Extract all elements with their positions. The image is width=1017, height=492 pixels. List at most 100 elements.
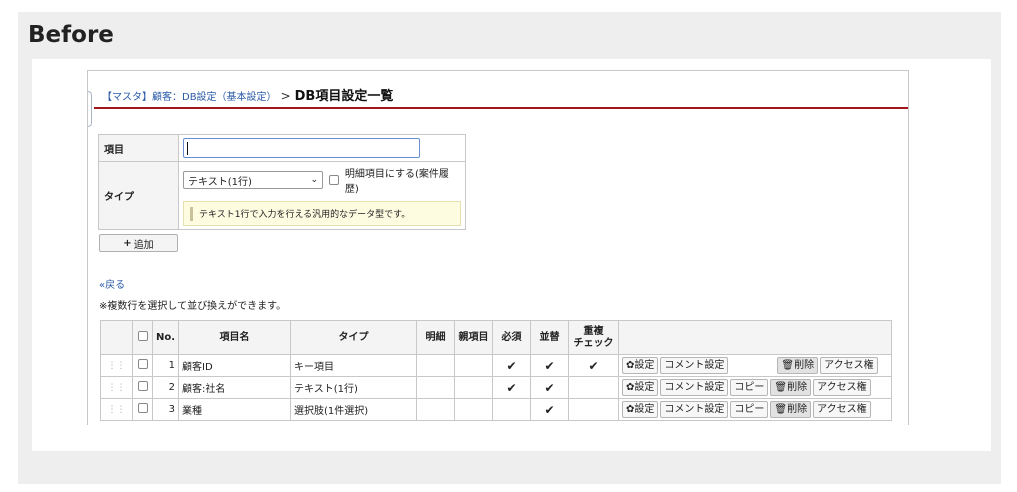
duplicate-header-line1: 重複	[583, 325, 604, 337]
item-table: No. 項目名 タイプ 明細 親項目 必須 並替 重複 チェック ⋮⋮ 1 顧客ID キ…	[100, 320, 892, 421]
side-tab-handle[interactable]	[88, 91, 92, 127]
type-description: テキスト1行で入力を行える汎用的なデータ型です。	[199, 210, 411, 220]
row-item-name: 顧客:社名	[178, 376, 291, 399]
table-row[interactable]: ⋮⋮ 3 業種 選択肢(1件選択) ✔ ✿設定 コメント設定 コピー 🗑削除 アクセス権	[100, 398, 892, 421]
row-detail	[416, 354, 455, 377]
title-divider	[94, 107, 908, 109]
copy-button[interactable]: コピー	[730, 379, 769, 396]
parent-header: 親項目	[454, 320, 493, 355]
row-type: 選択肢(1件選択)	[290, 398, 417, 421]
type-select-value: テキスト(1行)	[188, 176, 252, 188]
delete-label: 削除	[794, 360, 815, 371]
row-actions: ✿設定 コメント設定 コピー 🗑削除 アクセス権	[618, 376, 892, 399]
breadcrumb: 【マスタ】顧客：DB設定（基本設定） > DB項目設定一覧	[102, 85, 393, 104]
row-duplicate-check	[568, 376, 619, 399]
type-header: タイプ	[290, 320, 417, 355]
settings-button[interactable]: ✿設定	[622, 401, 659, 418]
text-caret	[187, 141, 188, 155]
item-form: 項目 タイプ テキスト(1行) ⌄ 明細項目にする(案件履歴) テキスト1行で入…	[98, 134, 466, 230]
trash-icon: 🗑	[774, 382, 788, 393]
detail-header: 明細	[416, 320, 455, 355]
row-item-name: 業種	[178, 398, 291, 421]
item-label: 項目	[98, 134, 179, 162]
access-rights-button[interactable]: アクセス権	[820, 357, 878, 374]
row-required-check: ✔	[492, 354, 531, 377]
before-label: Before	[28, 22, 114, 48]
row-checkbox[interactable]	[137, 403, 148, 413]
detail-checkbox[interactable]	[329, 175, 339, 185]
detail-checkbox-label: 明細項目にする(案件履歴)	[344, 169, 449, 195]
row-number: 2	[152, 376, 179, 399]
row-checkbox-cell	[132, 354, 153, 377]
select-all-checkbox[interactable]	[137, 330, 148, 341]
row-required-check	[492, 398, 531, 421]
row-parent	[454, 376, 493, 399]
settings-button[interactable]: ✿設定	[622, 357, 659, 374]
row-parent	[454, 354, 493, 377]
table-row[interactable]: ⋮⋮ 2 顧客:社名 テキスト(1行) ✔ ✔ ✿設定 コメント設定 コピー 🗑削除 アクセス権	[100, 376, 892, 399]
row-duplicate-check: ✔	[568, 354, 619, 377]
comment-settings-button[interactable]: コメント設定	[660, 401, 729, 418]
type-label: タイプ	[98, 161, 179, 230]
add-button[interactable]: + 追加	[99, 234, 178, 252]
row-required-check: ✔	[492, 376, 531, 399]
breadcrumb-separator: >	[280, 89, 291, 103]
delete-button[interactable]: 🗑削除	[770, 379, 812, 396]
type-select[interactable]: テキスト(1行) ⌄	[183, 171, 323, 189]
row-checkbox-cell	[132, 376, 153, 399]
delete-label: 削除	[787, 382, 808, 393]
plus-icon: +	[123, 237, 132, 249]
drag-handle-icon[interactable]: ⋮⋮	[100, 376, 133, 399]
app-screenshot: 【マスタ】顧客：DB設定（基本設定） > DB項目設定一覧 項目 タイプ テキスト(…	[87, 70, 909, 425]
row-number: 3	[152, 398, 179, 421]
trash-icon: 🗑	[781, 360, 795, 371]
access-rights-button[interactable]: アクセス権	[813, 379, 871, 396]
row-checkbox[interactable]	[137, 381, 148, 391]
sort-note: ※複数行を選択して並び換えができます。	[99, 301, 287, 312]
row-sortable-check: ✔	[530, 354, 569, 377]
no-header: No.	[152, 320, 179, 355]
copy-button[interactable]: コピー	[730, 401, 769, 418]
breadcrumb-parent-link[interactable]: 【マスタ】顧客：DB設定（基本設定）	[102, 92, 277, 103]
row-type: キー項目	[290, 354, 417, 377]
row-detail	[416, 398, 455, 421]
access-rights-button[interactable]: アクセス権	[813, 401, 871, 418]
row-item-name: 顧客ID	[178, 354, 291, 377]
row-checkbox-cell	[132, 398, 153, 421]
table-row[interactable]: ⋮⋮ 1 顧客ID キー項目 ✔ ✔ ✔ ✿設定 コメント設定 🗑削除 アクセス権	[100, 354, 892, 377]
delete-button[interactable]: 🗑削除	[777, 357, 819, 374]
delete-button[interactable]: 🗑削除	[770, 401, 812, 418]
back-link[interactable]: «戻る	[99, 276, 125, 291]
comment-settings-button[interactable]: コメント設定	[660, 357, 729, 374]
delete-label: 削除	[787, 404, 808, 415]
required-header: 必須	[492, 320, 531, 355]
duplicate-check-header: 重複 チェック	[568, 320, 619, 355]
item-name-input[interactable]	[183, 138, 420, 158]
row-sortable-check: ✔	[530, 376, 569, 399]
row-number: 1	[152, 354, 179, 377]
row-duplicate-check	[568, 398, 619, 421]
name-header: 項目名	[178, 320, 291, 355]
duplicate-header-line2: チェック	[573, 337, 614, 349]
row-detail	[416, 376, 455, 399]
info-bar-icon	[190, 206, 193, 221]
row-actions: ✿設定 コメント設定 コピー 🗑削除 アクセス権	[618, 398, 892, 421]
row-sortable-check: ✔	[530, 398, 569, 421]
sortable-header: 並替	[530, 320, 569, 355]
select-all-header	[132, 320, 153, 355]
actions-header	[618, 320, 892, 355]
row-type: テキスト(1行)	[290, 376, 417, 399]
settings-label: 設定	[634, 360, 655, 371]
row-parent	[454, 398, 493, 421]
chevron-down-icon: ⌄	[310, 175, 318, 185]
add-button-label: 追加	[133, 239, 154, 251]
row-actions: ✿設定 コメント設定 🗑削除 アクセス権	[618, 354, 892, 377]
settings-label: 設定	[634, 404, 655, 415]
row-checkbox[interactable]	[137, 359, 148, 369]
type-description-box: テキスト1行で入力を行える汎用的なデータ型です。	[183, 201, 461, 226]
drag-handle-icon[interactable]: ⋮⋮	[100, 398, 133, 421]
drag-handle-icon[interactable]: ⋮⋮	[100, 354, 133, 377]
settings-label: 設定	[634, 382, 655, 393]
settings-button[interactable]: ✿設定	[622, 379, 659, 396]
comment-settings-button[interactable]: コメント設定	[660, 379, 729, 396]
